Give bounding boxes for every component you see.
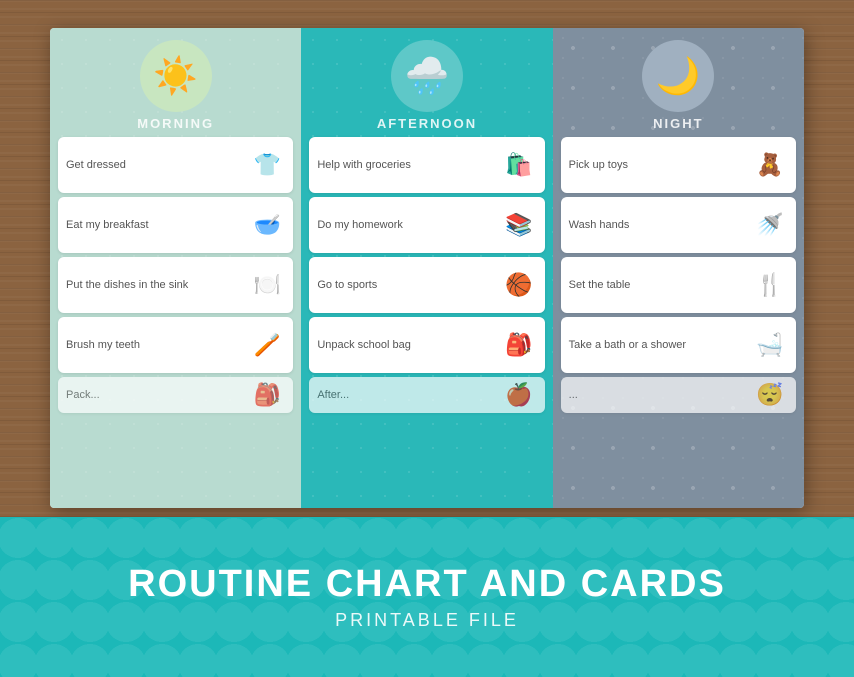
task-card: Pick up toys🧸 [561,137,796,193]
task-card: Do my homework📚 [309,197,544,253]
background: ☀️MORNINGGet dressed👕Eat my breakfast🥣Pu… [0,0,854,677]
task-card: Get dressed👕 [58,137,293,193]
task-icon: 👕 [249,152,285,178]
afternoon-icon: 🌧️ [391,40,463,112]
task-card: After...🍎 [309,377,544,413]
task-icon: 🍎 [501,382,537,408]
task-text: Take a bath or a shower [569,338,752,352]
banner-title: ROUTINE CHART AND CARDS [128,563,726,606]
task-icon: 📚 [501,212,537,238]
task-icon: 🛁 [752,332,788,358]
task-text: Put the dishes in the sink [66,278,249,292]
task-text: ... [569,388,752,402]
task-text: Go to sports [317,278,500,292]
paper-area: ☀️MORNINGGet dressed👕Eat my breakfast🥣Pu… [50,28,804,508]
col-night: 🌙NIGHTPick up toys🧸Wash hands🚿Set the ta… [553,28,804,508]
task-text: Set the table [569,278,752,292]
afternoon-tasks: Help with groceries🛍️Do my homework📚Go t… [309,137,544,413]
afternoon-title: AFTERNOON [377,116,477,131]
night-title: NIGHT [653,116,703,131]
task-card: Set the table🍴 [561,257,796,313]
banner-subtitle: PRINTABLE FILE [335,610,519,631]
task-card: Brush my teeth🪥 [58,317,293,373]
morning-title: MORNING [137,116,214,131]
night-tasks: Pick up toys🧸Wash hands🚿Set the table🍴Ta… [561,137,796,413]
task-text: Unpack school bag [317,338,500,352]
col-afternoon: 🌧️AFTERNOONHelp with groceries🛍️Do my ho… [301,28,552,508]
task-icon: 🍽️ [249,272,285,298]
task-card: Eat my breakfast🥣 [58,197,293,253]
task-card: ...😴 [561,377,796,413]
task-card: Take a bath or a shower🛁 [561,317,796,373]
task-card: Pack...🎒 [58,377,293,413]
task-text: After... [317,388,500,402]
bottom-banner: ROUTINE CHART AND CARDS PRINTABLE FILE [0,517,854,677]
night-icon: 🌙 [642,40,714,112]
task-text: Eat my breakfast [66,218,249,232]
task-text: Get dressed [66,158,249,172]
task-text: Wash hands [569,218,752,232]
task-icon: 🥣 [249,212,285,238]
task-card: Wash hands🚿 [561,197,796,253]
task-icon: 🏀 [501,272,537,298]
task-text: Pack... [66,388,249,402]
task-icon: 🎒 [501,332,537,358]
task-text: Do my homework [317,218,500,232]
task-text: Pick up toys [569,158,752,172]
task-icon: 🧸 [752,152,788,178]
task-icon: 🪥 [249,332,285,358]
task-text: Brush my teeth [66,338,249,352]
task-card: Go to sports🏀 [309,257,544,313]
col-morning: ☀️MORNINGGet dressed👕Eat my breakfast🥣Pu… [50,28,301,508]
task-card: Put the dishes in the sink🍽️ [58,257,293,313]
morning-icon: ☀️ [140,40,212,112]
task-icon: 😴 [752,382,788,408]
morning-tasks: Get dressed👕Eat my breakfast🥣Put the dis… [58,137,293,413]
task-text: Help with groceries [317,158,500,172]
task-card: Help with groceries🛍️ [309,137,544,193]
task-icon: 🍴 [752,272,788,298]
task-icon: 🎒 [249,382,285,408]
task-card: Unpack school bag🎒 [309,317,544,373]
task-icon: 🛍️ [501,152,537,178]
task-icon: 🚿 [752,212,788,238]
